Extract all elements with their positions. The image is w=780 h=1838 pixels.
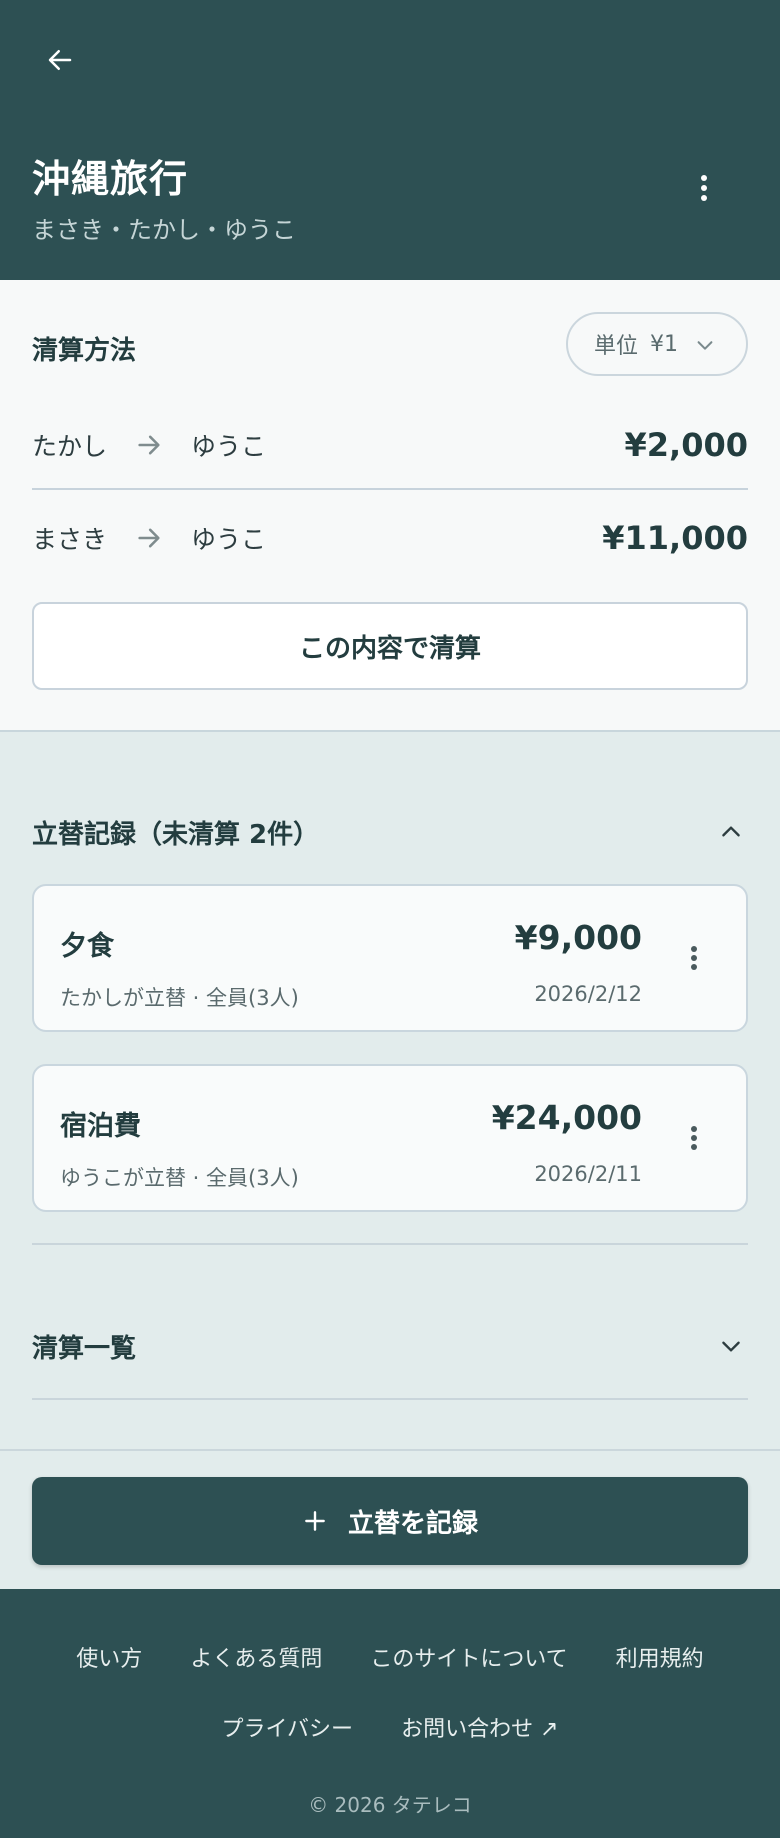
more-options-button[interactable]: [680, 164, 728, 212]
page-title: 沖縄旅行: [32, 157, 189, 201]
settlement-title: 清算方法: [32, 336, 137, 366]
unit-select[interactable]: 単位 ¥1: [566, 312, 748, 376]
transfer-to: ゆうこ: [191, 525, 267, 554]
record-amount: ¥9,000: [514, 918, 642, 957]
arrow-left-icon: [48, 50, 72, 70]
record-detail: たかしが立替 · 全員(3人): [60, 986, 299, 1010]
app-header: 沖縄旅行 まさき・たかし・ゆうこ: [0, 0, 780, 280]
record-detail: ゆうこが立替 · 全員(3人): [60, 1166, 299, 1190]
record-name: 夕食: [60, 931, 114, 962]
transfer-from: まさき: [32, 525, 108, 554]
transfer-from: たかし: [32, 432, 108, 461]
records-section-toggle[interactable]: 立替記録（未清算 2件）: [32, 802, 748, 862]
plus-icon: [305, 1511, 325, 1531]
site-footer: 使い方 よくある質問 このサイトについて 利用規約 プライバシー お問い合わせ …: [0, 1589, 780, 1838]
settlement-list-title: 清算一覧: [32, 1333, 137, 1364]
footer-link-privacy[interactable]: プライバシー: [222, 1711, 354, 1743]
footer-link-terms[interactable]: 利用規約: [616, 1641, 704, 1673]
add-record-area: 立替を記録: [0, 1449, 780, 1589]
footer-links: 使い方 よくある質問 このサイトについて 利用規約: [0, 1641, 780, 1673]
divider: [32, 1398, 748, 1400]
more-vertical-icon: [691, 946, 697, 970]
back-button[interactable]: [36, 36, 84, 84]
more-vertical-icon: [691, 1126, 697, 1150]
divider: [32, 1243, 748, 1245]
confirm-settlement-button[interactable]: この内容で清算: [32, 602, 748, 690]
arrow-right-icon: [138, 435, 160, 455]
footer-links-secondary: プライバシー お問い合わせ ↗: [0, 1711, 780, 1743]
unit-label: 単位: [594, 334, 639, 359]
record-name: 宿泊費: [60, 1111, 141, 1142]
footer-link-faq[interactable]: よくある質問: [190, 1641, 322, 1673]
settlement-list-toggle[interactable]: 清算一覧: [32, 1316, 748, 1376]
unit-value: ¥1: [650, 331, 679, 357]
add-record-button[interactable]: 立替を記録: [32, 1477, 748, 1565]
record-amount: ¥24,000: [491, 1098, 642, 1137]
footer-link-howto[interactable]: 使い方: [76, 1641, 142, 1673]
transfer-amount: ¥11,000: [602, 519, 748, 557]
record-card[interactable]: 宿泊費 ゆうこが立替 · 全員(3人) ¥24,000 2026/2/11: [32, 1064, 748, 1212]
footer-link-about[interactable]: このサイトについて: [370, 1641, 567, 1673]
record-date: 2026/2/12: [534, 982, 642, 1006]
copyright: © 2026 タテレコ: [308, 1793, 472, 1817]
footer-link-contact[interactable]: お問い合わせ ↗: [401, 1711, 558, 1743]
transfer-row: たかし ゆうこ ¥2,000: [32, 402, 748, 490]
record-date: 2026/2/11: [534, 1162, 642, 1186]
settlement-panel: 清算方法 単位 ¥1 たかし ゆうこ ¥2,000 まさき ゆうこ ¥11,00…: [0, 280, 780, 732]
record-card[interactable]: 夕食 たかしが立替 · 全員(3人) ¥9,000 2026/2/12: [32, 884, 748, 1032]
chevron-down-icon: [697, 341, 713, 350]
more-vertical-icon: [701, 175, 707, 201]
transfer-to: ゆうこ: [191, 432, 267, 461]
transfer-row: まさき ゆうこ ¥11,000: [32, 498, 748, 578]
trip-members: まさき・たかし・ゆうこ: [32, 216, 296, 244]
chevron-up-icon: [722, 826, 740, 837]
arrow-right-icon: [138, 528, 160, 548]
add-record-label: 立替を記録: [347, 1508, 478, 1539]
record-menu-button[interactable]: [674, 934, 714, 982]
transfer-amount: ¥2,000: [624, 426, 748, 464]
records-title: 立替記録（未清算 2件）: [32, 819, 320, 850]
chevron-down-icon: [722, 1341, 740, 1352]
record-menu-button[interactable]: [674, 1114, 714, 1162]
